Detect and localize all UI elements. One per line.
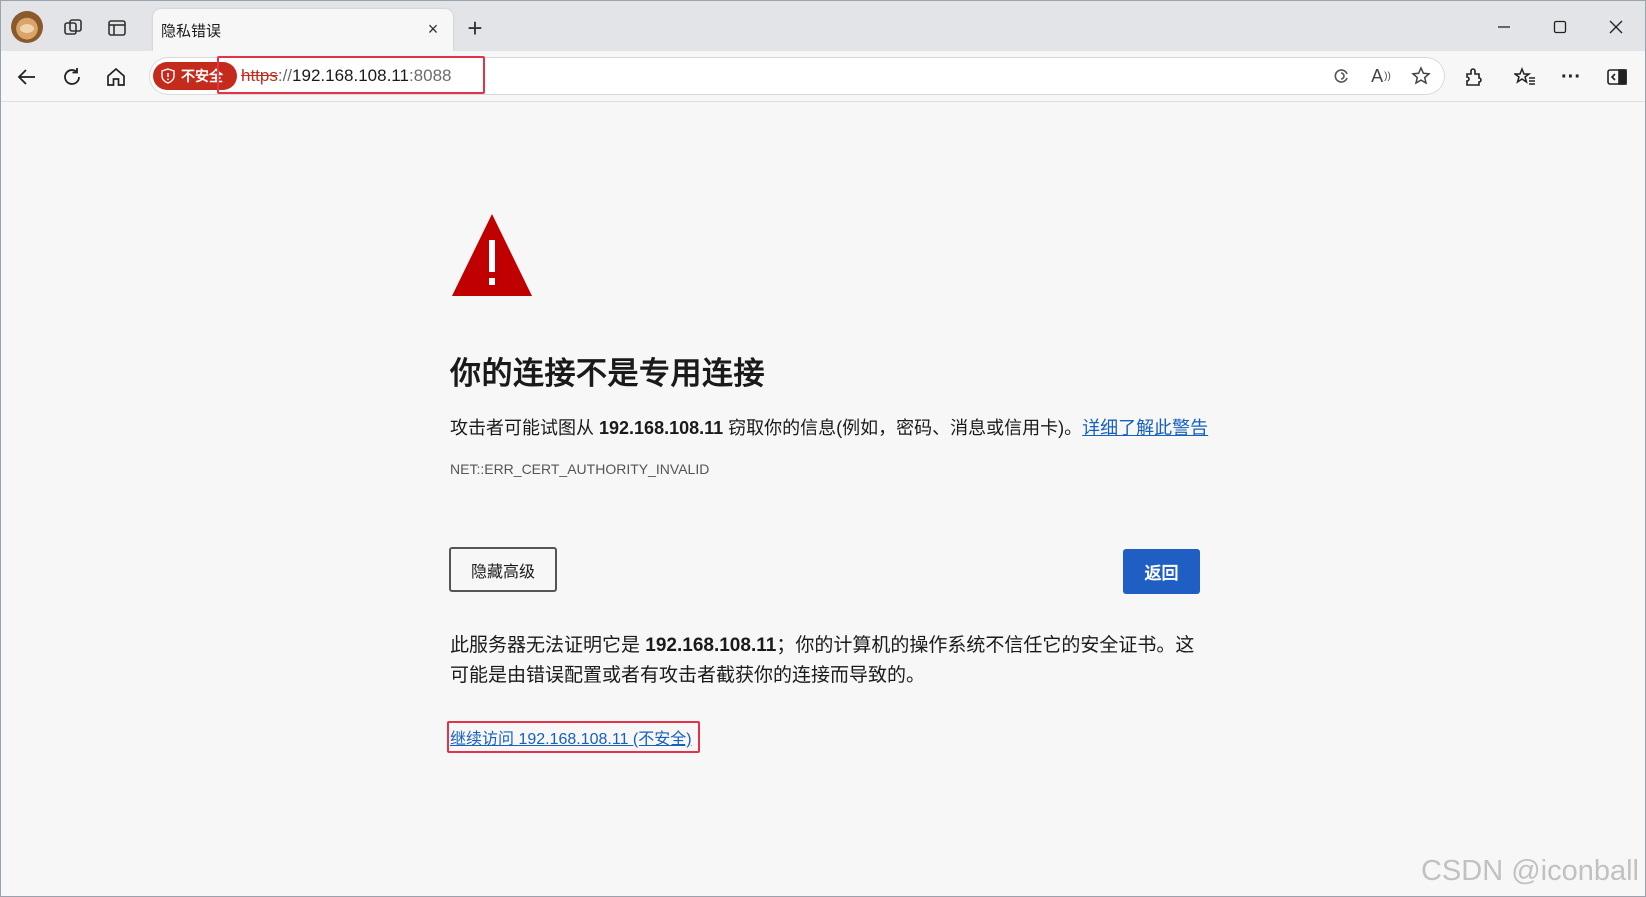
title-bar: 隐私错误 × + xyxy=(1,1,1645,51)
tab-title: 隐私错误 xyxy=(161,23,222,40)
browser-window: 隐私错误 × + 不安全 https://192.168.108.11:8088… xyxy=(0,0,1646,897)
advanced-details: 此服务器无法证明它是 192.168.108.11；你的计算机的操作系统不信任它… xyxy=(450,631,1210,691)
workspaces-icon[interactable] xyxy=(57,12,89,44)
watermark: CSDN @iconball xyxy=(1420,855,1639,887)
refresh-icon[interactable] xyxy=(56,61,88,93)
home-icon[interactable] xyxy=(100,61,132,93)
page-title: 你的连接不是专用连接 xyxy=(450,356,765,391)
active-tab[interactable]: 隐私错误 × xyxy=(153,9,453,51)
read-aloud-waves: )) xyxy=(1384,70,1391,82)
hide-advanced-button[interactable]: 隐藏高级 xyxy=(449,547,557,592)
favorites-icon[interactable] xyxy=(1511,63,1539,91)
warning-description: 攻击者可能试图从 192.168.108.11 窃取你的信息(例如，密码、消息或… xyxy=(450,414,1208,440)
desc-prefix: 攻击者可能试图从 xyxy=(450,418,600,438)
minimize-button[interactable] xyxy=(1481,13,1527,41)
read-aloud-glyph: A xyxy=(1371,65,1384,86)
error-page: 你的连接不是专用连接 攻击者可能试图从 192.168.108.11 窃取你的信… xyxy=(1,102,1645,896)
detail-prefix: 此服务器无法证明它是 xyxy=(450,635,646,656)
url-highlight-box xyxy=(217,56,485,94)
extensions-icon[interactable] xyxy=(1459,63,1487,91)
back-arrow-icon[interactable] xyxy=(11,61,43,93)
proceed-highlight-box xyxy=(447,721,700,753)
desc-host: 192.168.108.11 xyxy=(599,418,724,438)
detail-host: 192.168.108.11 xyxy=(645,635,777,656)
profile-avatar[interactable] xyxy=(11,11,43,43)
read-aloud-icon[interactable]: A)) xyxy=(1369,64,1393,88)
favorite-star-icon[interactable] xyxy=(1409,64,1433,88)
error-code: NET::ERR_CERT_AUTHORITY_INVALID xyxy=(450,461,710,477)
go-back-button[interactable]: 返回 xyxy=(1123,549,1200,594)
warning-shield-icon xyxy=(161,68,175,84)
tab-actions-icon[interactable] xyxy=(101,12,133,44)
maximize-button[interactable] xyxy=(1537,13,1583,41)
warning-triangle-icon xyxy=(452,214,532,296)
learn-more-link[interactable]: 详细了解此警告 xyxy=(1082,418,1208,438)
desc-suffix: 窃取你的信息(例如，密码、消息或信用卡)。 xyxy=(723,418,1083,438)
tab-close-icon[interactable]: × xyxy=(423,19,443,39)
avatar-face xyxy=(20,24,34,33)
more-options-icon[interactable]: ··· xyxy=(1557,63,1585,91)
close-window-button[interactable] xyxy=(1593,13,1639,41)
browser-essentials-icon[interactable] xyxy=(1329,64,1353,88)
new-tab-button[interactable]: + xyxy=(461,15,489,43)
sidebar-toggle-icon[interactable] xyxy=(1603,63,1631,91)
